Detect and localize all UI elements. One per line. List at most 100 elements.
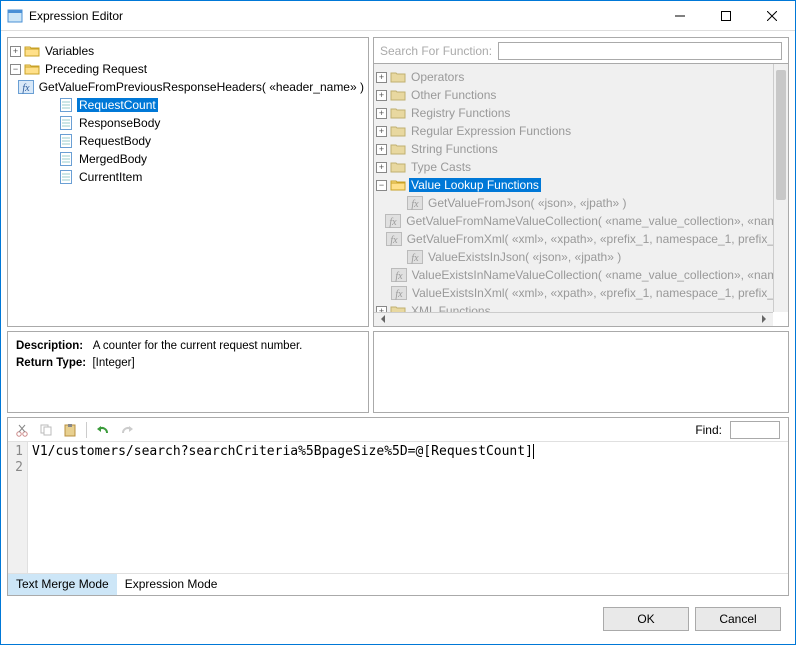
search-input[interactable] xyxy=(498,42,782,60)
fx-icon: fx xyxy=(386,232,402,246)
tree-item-getvaluefrompreviousresponseheaders-header-name-[interactable]: fx GetValueFromPreviousResponseHeaders( … xyxy=(10,78,366,96)
right-tree-panel[interactable]: + Operators + Other Functions + Registry… xyxy=(373,63,789,327)
tree-label: Variables xyxy=(43,44,96,58)
doc-icon xyxy=(58,152,74,166)
folder-icon xyxy=(390,304,406,312)
tree-label: XML Functions xyxy=(409,304,493,312)
ok-button[interactable]: OK xyxy=(603,607,689,631)
tab-expression-mode[interactable]: Expression Mode xyxy=(117,574,226,595)
tree-label: MergedBody xyxy=(77,152,149,166)
tree-node-preceding-request[interactable]: − Preceding Request xyxy=(10,60,366,78)
svg-text:fx: fx xyxy=(411,199,419,210)
func-category[interactable]: + Operators xyxy=(376,68,786,86)
func-category[interactable]: + XML Functions xyxy=(376,302,786,312)
fx-icon: fx xyxy=(18,80,34,94)
tree-toggle[interactable]: − xyxy=(376,180,387,191)
code-area[interactable]: V1/customers/search?searchCriteria%5Bpag… xyxy=(28,442,788,573)
tree-label: GetValueFromXml( «xml», «xpath», «prefix… xyxy=(405,232,786,246)
tree-label: RequestBody xyxy=(77,134,153,148)
description-right-panel xyxy=(373,331,789,413)
cut-icon[interactable] xyxy=(12,420,32,440)
folder-icon xyxy=(24,44,40,58)
line-gutter: 12 xyxy=(8,442,28,573)
func-category[interactable]: + Type Casts xyxy=(376,158,786,176)
tab-text-merge-mode[interactable]: Text Merge Mode xyxy=(8,574,117,595)
tree-toggle[interactable]: + xyxy=(376,126,387,137)
tree-item-responsebody[interactable]: ResponseBody xyxy=(10,114,366,132)
folder-icon xyxy=(390,70,406,84)
editor-panel: Find: 12 V1/customers/search?searchCrite… xyxy=(7,417,789,596)
func-item[interactable]: fx GetValueFromXml( «xml», «xpath», «pre… xyxy=(376,230,786,248)
maximize-button[interactable] xyxy=(703,1,749,31)
find-label: Find: xyxy=(695,423,722,437)
func-item[interactable]: fx GetValueFromNameValueCollection( «nam… xyxy=(376,212,786,230)
tree-toggle[interactable]: + xyxy=(10,46,21,57)
window-title: Expression Editor xyxy=(29,9,123,23)
horizontal-scrollbar[interactable] xyxy=(374,312,773,326)
tree-label: ValueExistsInXml( «xml», «xpath», «prefi… xyxy=(410,286,786,300)
func-item[interactable]: fx GetValueFromJson( «json», «jpath» ) xyxy=(376,194,786,212)
fx-icon: fx xyxy=(407,250,423,264)
dialog-buttons: OK Cancel xyxy=(7,600,789,638)
fx-icon: fx xyxy=(385,214,401,228)
func-category[interactable]: + Other Functions xyxy=(376,86,786,104)
tree-node-variables[interactable]: + Variables xyxy=(10,42,366,60)
folder-icon xyxy=(390,178,406,192)
paste-icon[interactable] xyxy=(60,420,80,440)
tree-item-requestcount[interactable]: RequestCount xyxy=(10,96,366,114)
redo-icon[interactable] xyxy=(117,420,137,440)
func-category[interactable]: + Regular Expression Functions xyxy=(376,122,786,140)
func-category[interactable]: + Registry Functions xyxy=(376,104,786,122)
vertical-scrollbar[interactable] xyxy=(773,64,788,312)
doc-icon xyxy=(58,98,74,112)
folder-icon xyxy=(390,160,406,174)
tree-label: Preceding Request xyxy=(43,62,149,76)
copy-icon[interactable] xyxy=(36,420,56,440)
tree-label: Regular Expression Functions xyxy=(409,124,573,138)
cancel-button[interactable]: Cancel xyxy=(695,607,781,631)
tree-toggle[interactable]: − xyxy=(10,64,21,75)
tree-label: String Functions xyxy=(409,142,500,156)
svg-text:fx: fx xyxy=(22,83,30,94)
tree-label: Type Casts xyxy=(409,160,473,174)
folder-icon xyxy=(24,62,40,76)
close-button[interactable] xyxy=(749,1,795,31)
func-item[interactable]: fx ValueExistsInNameValueCollection( «na… xyxy=(376,266,786,284)
tree-label: Operators xyxy=(409,70,466,84)
tree-label: GetValueFromNameValueCollection( «name_v… xyxy=(404,214,786,228)
search-row: Search For Function: xyxy=(373,37,789,63)
fx-icon: fx xyxy=(391,286,407,300)
doc-icon xyxy=(58,134,74,148)
func-item[interactable]: fx ValueExistsInJson( «json», «jpath» ) xyxy=(376,248,786,266)
tree-toggle[interactable]: + xyxy=(376,108,387,119)
folder-icon xyxy=(390,88,406,102)
tree-item-currentitem[interactable]: CurrentItem xyxy=(10,168,366,186)
editor-body[interactable]: 12 V1/customers/search?searchCriteria%5B… xyxy=(8,442,788,573)
app-icon xyxy=(7,8,23,24)
tree-item-requestbody[interactable]: RequestBody xyxy=(10,132,366,150)
tree-toggle[interactable]: + xyxy=(376,144,387,155)
func-category-open[interactable]: − Value Lookup Functions xyxy=(376,176,786,194)
left-tree-panel[interactable]: + Variables − Preceding Request fx GetVa… xyxy=(7,37,369,327)
fx-icon: fx xyxy=(391,268,407,282)
undo-icon[interactable] xyxy=(93,420,113,440)
svg-text:fx: fx xyxy=(395,289,403,300)
func-category[interactable]: + String Functions xyxy=(376,140,786,158)
tree-toggle[interactable]: + xyxy=(376,72,387,83)
find-input[interactable] xyxy=(730,421,780,439)
minimize-button[interactable] xyxy=(657,1,703,31)
tree-label: ValueExistsInJson( «json», «jpath» ) xyxy=(426,250,623,264)
tree-label: RequestCount xyxy=(77,98,158,112)
tree-item-mergedbody[interactable]: MergedBody xyxy=(10,150,366,168)
editor-toolbar: Find: xyxy=(8,418,788,442)
tree-label: ResponseBody xyxy=(77,116,162,130)
folder-icon xyxy=(390,106,406,120)
func-item[interactable]: fx ValueExistsInXml( «xml», «xpath», «pr… xyxy=(376,284,786,302)
tree-toggle[interactable]: + xyxy=(376,162,387,173)
tree-label: CurrentItem xyxy=(77,170,144,184)
tree-toggle[interactable]: + xyxy=(376,90,387,101)
tree-label: GetValueFromJson( «json», «jpath» ) xyxy=(426,196,629,210)
folder-icon xyxy=(390,124,406,138)
search-label: Search For Function: xyxy=(380,44,492,58)
return-type-value: [Integer] xyxy=(92,357,134,369)
